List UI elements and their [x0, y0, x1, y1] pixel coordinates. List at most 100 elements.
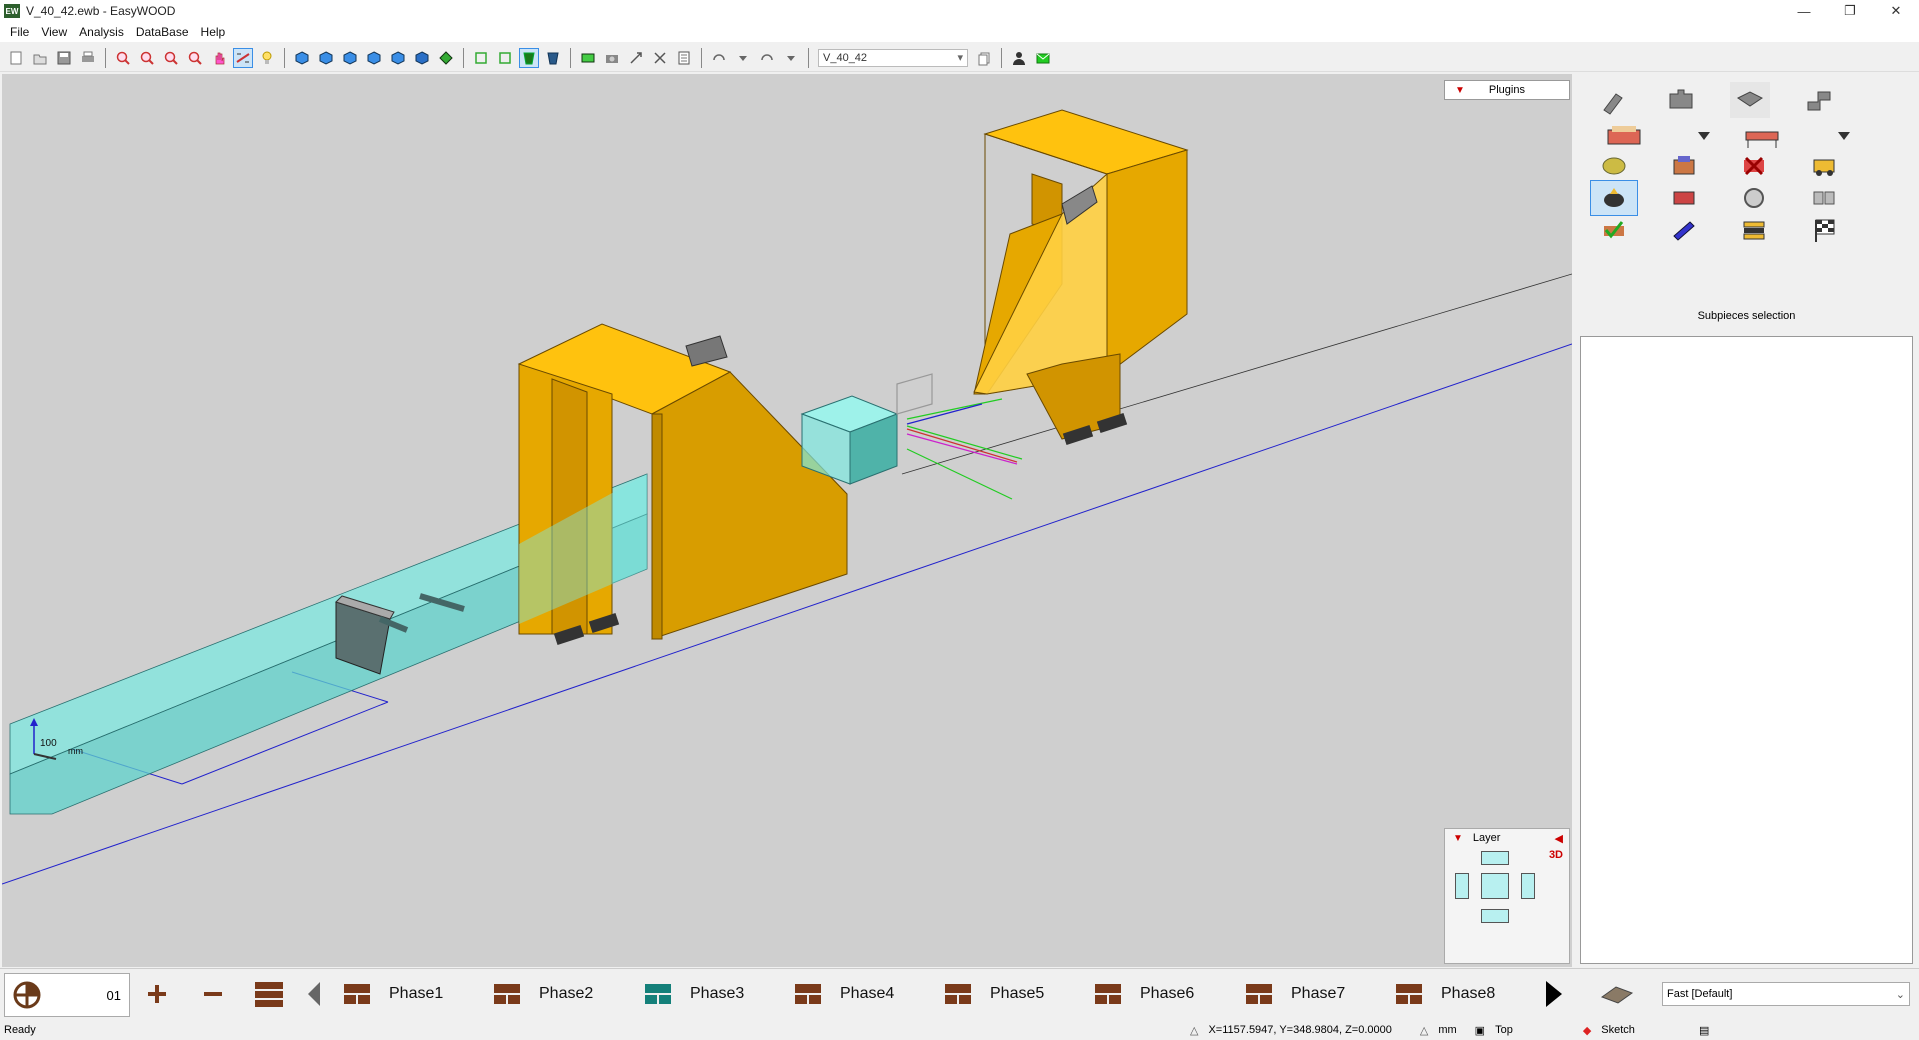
redo-dropdown-icon[interactable] [781, 48, 801, 68]
zoom-out-icon[interactable] [161, 48, 181, 68]
section-icon[interactable] [578, 48, 598, 68]
undo-dropdown-icon[interactable] [733, 48, 753, 68]
view-front-icon[interactable] [316, 48, 336, 68]
layer-bottom[interactable] [1481, 909, 1509, 923]
view-iso-icon[interactable] [292, 48, 312, 68]
unit-label[interactable]: mm [1438, 1024, 1456, 1036]
split-piece-icon[interactable] [1804, 180, 1844, 216]
stack-pieces-icon[interactable] [1734, 212, 1774, 248]
camera-icon[interactable] [602, 48, 622, 68]
minimize-icon[interactable]: — [1781, 0, 1827, 22]
view-right-icon[interactable] [364, 48, 384, 68]
phase-tab-3[interactable]: Phase3 [644, 979, 744, 1009]
print-icon[interactable] [78, 48, 98, 68]
delete-piece-icon[interactable] [1734, 148, 1774, 184]
puzzle-tool-icon[interactable] [1662, 82, 1702, 118]
layer-left[interactable] [1455, 873, 1469, 899]
view-mode-3d[interactable]: 3D [1549, 849, 1563, 861]
restore-icon[interactable]: ❐ [1827, 0, 1873, 22]
pointer-icon[interactable] [626, 48, 646, 68]
view-top-icon[interactable] [412, 48, 432, 68]
pan-hand-icon[interactable] [209, 48, 229, 68]
zoom-in-icon[interactable] [137, 48, 157, 68]
plugins-button[interactable]: ▼ Plugins [1444, 80, 1570, 100]
rotate-piece-icon[interactable] [1734, 180, 1774, 216]
mail-icon[interactable] [1033, 48, 1053, 68]
copy-icon[interactable] [974, 48, 994, 68]
box-stack-icon[interactable] [1664, 148, 1704, 184]
phase-tab-4[interactable]: Phase4 [794, 979, 894, 1009]
view-back-icon[interactable] [388, 48, 408, 68]
ruler-icon[interactable]: ▤ [1699, 1024, 1709, 1037]
zoom-window-icon[interactable] [113, 48, 133, 68]
collapse-arrow-icon[interactable]: ▼ [1453, 833, 1463, 844]
subpieces-select-icon[interactable] [1590, 180, 1638, 216]
scale-label: 100 [40, 738, 57, 749]
mode-label[interactable]: Sketch [1601, 1024, 1635, 1036]
phase-tab-2[interactable]: Phase2 [493, 979, 593, 1009]
layer-top[interactable] [1481, 851, 1509, 865]
check-piece-icon[interactable] [1594, 212, 1634, 248]
layer-center[interactable] [1481, 873, 1509, 899]
menu-database[interactable]: DataBase [130, 25, 195, 39]
shaded-icon[interactable] [519, 47, 539, 68]
view-bottom-icon[interactable] [436, 48, 456, 68]
transform-gizmo[interactable] [896, 373, 1023, 500]
layer-title: Layer [1472, 832, 1501, 844]
next-phase-button[interactable] [1544, 979, 1564, 1009]
close-icon[interactable]: ✕ [1873, 0, 1919, 22]
layer-right[interactable] [1521, 873, 1535, 899]
phase-tab-6[interactable]: Phase6 [1094, 979, 1194, 1009]
shape-tool-icon[interactable] [1730, 82, 1770, 118]
all-phases-button[interactable] [254, 979, 284, 1009]
view-label[interactable]: Top [1495, 1024, 1513, 1036]
zoom-all-icon[interactable] [185, 48, 205, 68]
3d-viewport[interactable]: 100 mm ▼ Plugins ▼ Layer ◀ 3D [2, 74, 1572, 967]
wireframe-icon[interactable] [471, 48, 491, 68]
shaded-edges-icon[interactable] [543, 48, 563, 68]
truck-icon[interactable] [1804, 148, 1844, 184]
phase-tab-8[interactable]: Phase8 [1395, 979, 1495, 1009]
view-left-icon[interactable] [340, 48, 360, 68]
render-quality-icon[interactable] [1600, 979, 1634, 1009]
phase-tab-1[interactable]: Phase1 [343, 979, 443, 1009]
menu-view[interactable]: View [35, 25, 73, 39]
dimension-icon[interactable] [650, 48, 670, 68]
undo-icon[interactable] [709, 48, 729, 68]
joint-tool-icon[interactable] [1800, 82, 1840, 118]
save-icon[interactable] [54, 48, 74, 68]
app-icon: EW [4, 4, 20, 18]
menu-file[interactable]: File [4, 25, 35, 39]
phase-counter[interactable]: 01 [4, 973, 130, 1017]
title-bar: EW V_40_42.ewb - EasyWOOD — ❐ ✕ [0, 0, 1919, 22]
redo-icon[interactable] [757, 48, 777, 68]
phase-tab-7[interactable]: Phase7 [1245, 979, 1345, 1009]
menu-help[interactable]: Help [195, 25, 232, 39]
measure-icon[interactable] [233, 47, 253, 68]
render-quality-select[interactable]: Fast [Default] ⌄ [1662, 982, 1910, 1006]
blue-piece-icon[interactable] [1664, 212, 1704, 248]
remove-phase-button[interactable] [202, 979, 224, 1009]
lightbulb-icon[interactable] [257, 48, 277, 68]
hidden-line-icon[interactable] [495, 48, 515, 68]
subpieces-list[interactable] [1580, 336, 1913, 964]
back-arrow-icon[interactable]: ◀ [1555, 832, 1563, 845]
open-file-icon[interactable] [30, 48, 50, 68]
report-icon[interactable] [674, 48, 694, 68]
3d-scene[interactable]: 100 mm [2, 74, 1572, 967]
chevron-left-icon [308, 982, 320, 1006]
hammer-tool-icon[interactable] [1594, 82, 1634, 118]
menu-analysis[interactable]: Analysis [73, 25, 130, 39]
model-select[interactable]: V_40_42 ▾ [818, 48, 968, 67]
add-phase-button[interactable] [146, 979, 168, 1009]
coin-icon[interactable] [1594, 148, 1634, 184]
phase-tab-5[interactable]: Phase5 [944, 979, 1044, 1009]
chevron-down-icon: ⌄ [1895, 988, 1905, 1001]
paint-piece-icon[interactable] [1664, 180, 1704, 216]
prev-phase-button[interactable] [306, 979, 322, 1009]
glass-end-block[interactable] [800, 395, 899, 485]
user-icon[interactable] [1009, 48, 1029, 68]
gate-frame-2[interactable] [973, 109, 1189, 440]
new-file-icon[interactable] [6, 48, 26, 68]
finish-flag-icon[interactable] [1804, 212, 1844, 248]
